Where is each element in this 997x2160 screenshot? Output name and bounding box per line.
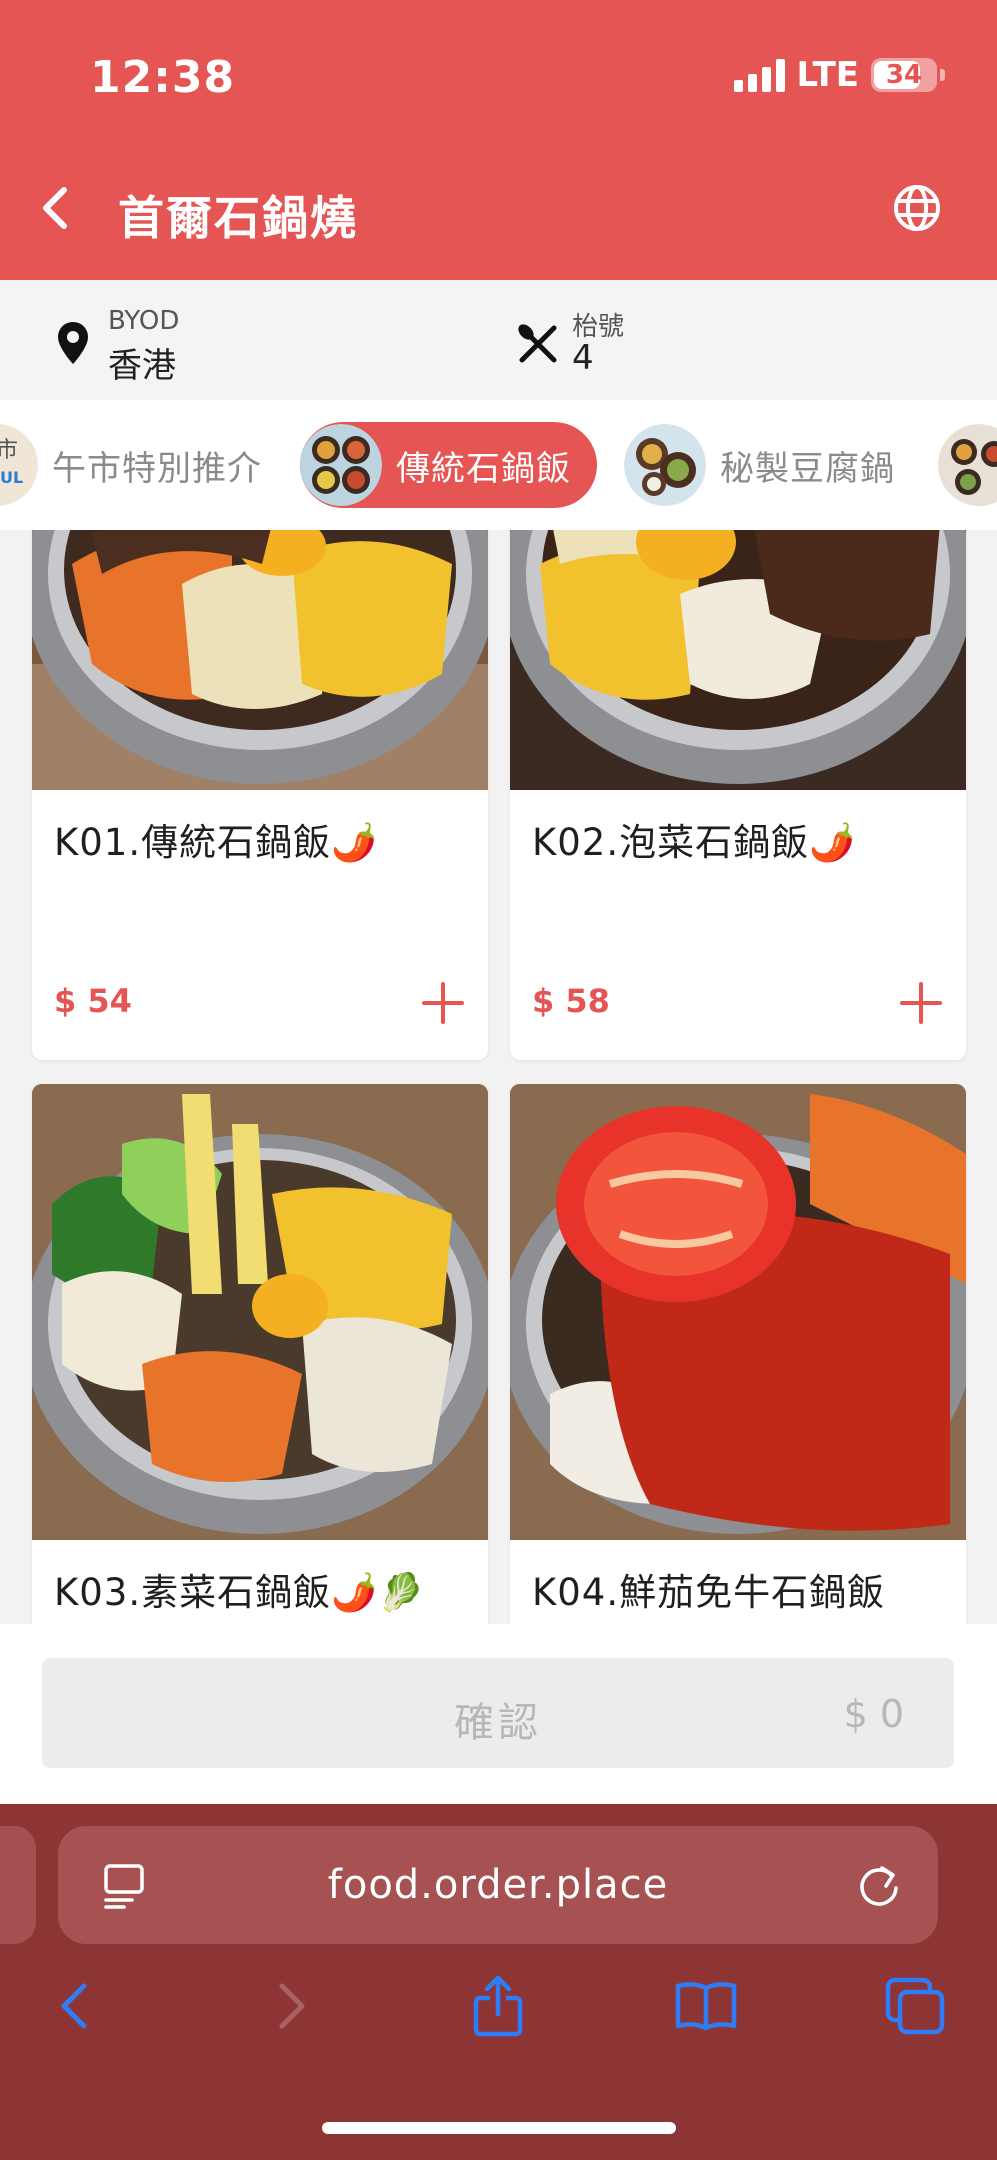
item-name: K04.鮮茄免牛石鍋飯 — [532, 1571, 886, 1614]
back-arrow-icon[interactable] — [34, 178, 78, 238]
info-bar: BYOD 香港 枱號 4 — [0, 282, 997, 400]
address-bar[interactable]: food.order.place — [58, 1826, 938, 1944]
battery-cap — [940, 69, 945, 81]
food-photo — [32, 1084, 488, 1540]
previous-tab-preview[interactable] — [0, 1826, 36, 1944]
url-text: food.order.place — [327, 1862, 669, 1908]
tab-label: 午市特別推介 — [52, 448, 262, 489]
category-tabs: 市 UL 午市特別推介 傳統石鍋飯 秘製豆腐鍋 — [0, 400, 997, 530]
status-time: 12:38 — [90, 52, 236, 103]
tab-thumbnail: 市 UL — [0, 424, 38, 506]
table-value: 4 — [572, 338, 594, 378]
page-title: 首爾石鍋燒 — [118, 191, 358, 245]
tab-label: 傳統石鍋飯 — [396, 448, 571, 489]
item-price: $ 54 — [54, 982, 132, 1020]
menu-item-card[interactable]: K01.傳統石鍋飯🌶️ $ 54 — [32, 530, 488, 1060]
item-price: $ 58 — [532, 982, 610, 1020]
share-icon[interactable] — [466, 1974, 530, 2038]
location-pin-icon — [58, 322, 88, 364]
utensils-icon — [518, 324, 557, 363]
tab-next[interactable] — [938, 422, 997, 508]
forward-icon[interactable] — [258, 1974, 322, 2038]
location-label: BYOD — [108, 306, 180, 336]
tab-thumbnail — [938, 424, 997, 506]
battery-level: 34 — [885, 60, 923, 90]
status-indicators: LTE 34 — [733, 55, 945, 95]
item-name: K03.素菜石鍋飯🌶️🥬 — [54, 1571, 426, 1614]
network-type: LTE — [796, 55, 859, 95]
tab-label: 秘製豆腐鍋 — [720, 448, 895, 489]
food-photo — [510, 530, 966, 790]
add-plus-icon[interactable] — [420, 980, 466, 1026]
menu-item-card[interactable]: K03.素菜石鍋飯🌶️🥬 — [32, 1084, 488, 1624]
food-photo — [32, 530, 488, 790]
confirm-area: 確認 $ 0 — [0, 1624, 997, 1804]
reload-icon[interactable] — [856, 1862, 902, 1908]
bookmarks-icon[interactable] — [674, 1974, 738, 2038]
food-photo — [510, 1084, 966, 1540]
location-value: 香港 — [108, 346, 176, 386]
add-plus-icon[interactable] — [898, 980, 944, 1026]
confirm-button[interactable]: 確認 $ 0 — [42, 1658, 954, 1768]
item-name: K02.泡菜石鍋飯🌶️ — [532, 821, 857, 864]
browser-toolbar: food.order.place — [0, 1804, 997, 2160]
back-icon[interactable] — [44, 1974, 108, 2038]
globe-icon[interactable] — [891, 182, 943, 234]
menu-item-card[interactable]: K02.泡菜石鍋飯🌶️ $ 58 — [510, 530, 966, 1060]
tab-tofu-stew[interactable]: 秘製豆腐鍋 — [624, 422, 895, 508]
tab-thumbnail — [624, 424, 706, 506]
menu-item-card[interactable]: K04.鮮茄免牛石鍋飯 — [510, 1084, 966, 1624]
app-header: 12:38 LTE 34 首爾石鍋燒 — [0, 0, 997, 280]
item-name: K01.傳統石鍋飯🌶️ — [54, 821, 379, 864]
home-indicator — [322, 2122, 676, 2134]
order-total: $ 0 — [843, 1692, 904, 1736]
tab-traditional-bibimbap[interactable]: 傳統石鍋飯 — [300, 422, 597, 508]
tabs-icon[interactable] — [884, 1974, 948, 2038]
battery-icon: 34 — [871, 58, 937, 92]
signal-icon — [733, 58, 785, 92]
tab-lunch-special[interactable]: 市 UL 午市特別推介 — [0, 422, 262, 508]
confirm-label: 確認 — [454, 1700, 542, 1746]
menu-grid: K01.傳統石鍋飯🌶️ $ 54 K02.泡菜石鍋飯🌶️ $ 58 K03.素菜… — [0, 530, 997, 1624]
tab-thumbnail — [300, 424, 382, 506]
